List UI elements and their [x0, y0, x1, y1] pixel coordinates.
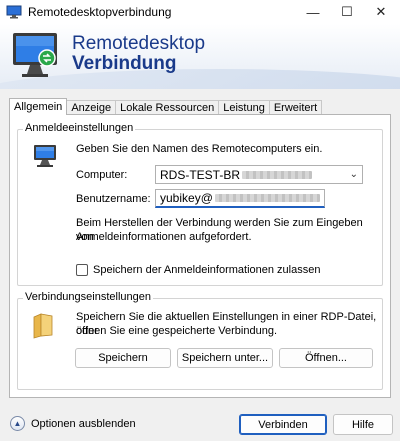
computer-select-value: RDS-TEST-BR [160, 167, 241, 182]
remote-desktop-app-icon [6, 5, 22, 19]
header-banner: Remotedesktop Verbindung [0, 24, 400, 89]
save-as-button[interactable]: Speichern unter... [177, 348, 273, 368]
title-bar: Remotedesktopverbindung — ☐ ✕ [0, 0, 400, 24]
tab-panel-allgemein: Anmeldeeinstellungen Geben Sie den Namen… [9, 114, 391, 398]
hide-options-toggle[interactable]: ▲ Optionen ausblenden [10, 416, 136, 431]
window-title: Remotedesktopverbindung [28, 5, 172, 19]
banner-title-line2: Verbindung [72, 53, 177, 74]
tab-lokale-ressourcen[interactable]: Lokale Ressourcen [115, 100, 220, 115]
tab-leistung[interactable]: Leistung [218, 100, 270, 115]
save-credentials-checkbox[interactable] [76, 264, 88, 276]
save-credentials-label[interactable]: Speichern der Anmeldeinformationen zulas… [93, 263, 320, 277]
save-button[interactable]: Speichern [75, 348, 171, 368]
tab-erweitert[interactable]: Erweitert [268, 100, 323, 115]
folder-icon [33, 313, 53, 339]
logon-settings-group: Anmeldeeinstellungen Geben Sie den Namen… [17, 122, 383, 286]
chevron-down-icon: ⌄ [349, 169, 358, 180]
remote-desktop-logo-icon [13, 33, 57, 77]
computer-icon [34, 145, 56, 167]
connection-settings-group-label: Verbindungseinstellungen [23, 291, 153, 303]
connection-settings-group: Verbindungseinstellungen Speichern Sie d… [17, 291, 383, 390]
connection-desc-line2: öffnen Sie eine gespeicherte Verbindung. [76, 325, 278, 337]
maximize-button[interactable]: ☐ [332, 0, 362, 24]
tab-allgemein[interactable]: Allgemein [9, 98, 68, 115]
close-button[interactable]: ✕ [366, 0, 396, 24]
open-button[interactable]: Öffnen... [279, 348, 373, 368]
hide-options-label: Optionen ausblenden [31, 417, 136, 430]
credentials-info-line2: Anmeldeinformationen aufgefordert. [76, 231, 252, 243]
help-button[interactable]: Hilfe [333, 414, 393, 435]
chevron-up-icon: ▲ [10, 416, 25, 431]
username-value: yubikey@ [160, 191, 213, 205]
computer-select[interactable]: RDS-TEST-BR ⌄ [155, 165, 363, 184]
minimize-button[interactable]: — [298, 0, 328, 24]
redacted-hostname [242, 170, 313, 179]
username-label: Benutzername: [76, 193, 151, 205]
computer-intro-text: Geben Sie den Namen des Remotecomputers … [76, 143, 323, 155]
redacted-domain [214, 194, 320, 202]
tab-anzeige[interactable]: Anzeige [66, 100, 117, 115]
connect-button[interactable]: Verbinden [239, 414, 327, 435]
username-field[interactable]: yubikey@ [155, 189, 325, 208]
computer-label: Computer: [76, 169, 128, 181]
tab-strip: Allgemein Anzeige Lokale Ressourcen Leis… [9, 98, 323, 115]
banner-title-line1: Remotedesktop [72, 33, 206, 54]
logon-settings-group-label: Anmeldeeinstellungen [23, 122, 136, 134]
